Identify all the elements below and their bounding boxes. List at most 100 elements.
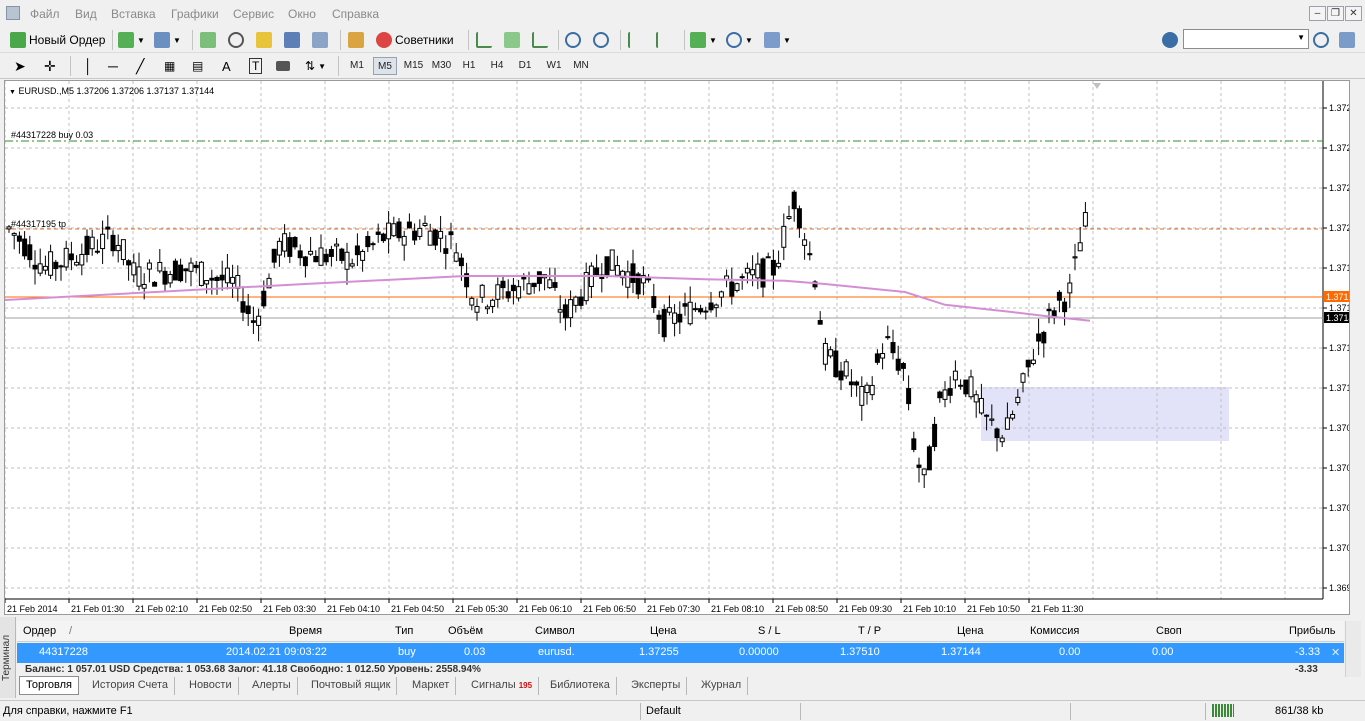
text-tool[interactable]: A bbox=[222, 56, 231, 76]
candle-body bbox=[843, 361, 849, 377]
chevron-down-icon[interactable]: ▼ bbox=[1297, 33, 1305, 42]
col-swap[interactable]: Своп bbox=[1156, 625, 1182, 637]
col-volume[interactable]: Объём bbox=[448, 625, 483, 637]
timeframe-w1[interactable]: W1 bbox=[542, 57, 566, 75]
crosshair-tool[interactable]: ✛ bbox=[44, 56, 56, 76]
advisors-label: Советники bbox=[395, 33, 454, 47]
profiles-button[interactable]: ▼ bbox=[154, 30, 181, 50]
arrows-tool[interactable]: ⇅ ▼ bbox=[305, 56, 326, 76]
search-button[interactable] bbox=[1313, 30, 1329, 50]
candle-body bbox=[510, 284, 516, 292]
cell-time: 2014.02.21 09:03:22 bbox=[226, 646, 327, 658]
settings-button[interactable] bbox=[1162, 30, 1178, 50]
time-tick-label: 21 Feb 02:10 bbox=[135, 604, 188, 614]
equidistant-channel-tool[interactable]: ▦ bbox=[164, 56, 175, 76]
candle-body bbox=[1082, 212, 1088, 227]
menu-tools[interactable]: Сервис bbox=[233, 7, 274, 21]
vertical-line-tool[interactable]: │ bbox=[84, 56, 93, 76]
zoom-in-button[interactable] bbox=[565, 30, 581, 50]
trendline-tool[interactable]: ╱ bbox=[136, 56, 144, 76]
col-type[interactable]: Тип bbox=[395, 625, 413, 637]
candle-body bbox=[963, 379, 969, 395]
col-sl[interactable]: S / L bbox=[758, 625, 781, 637]
metaeditor-button[interactable] bbox=[348, 30, 364, 50]
templates-button[interactable]: ▼ bbox=[764, 30, 791, 50]
close-order-icon[interactable]: ✕ bbox=[1331, 646, 1340, 659]
timeframe-m5[interactable]: M5 bbox=[373, 57, 397, 75]
col-current-price[interactable]: Цена bbox=[957, 625, 983, 637]
col-order[interactable]: Ордер bbox=[23, 625, 56, 637]
chart-window[interactable]: #44317228 buy 0.03 #44317195 tp 1.37275 1.3… bbox=[4, 80, 1350, 615]
tester-button[interactable] bbox=[312, 30, 328, 50]
tab-news[interactable]: Новости bbox=[183, 677, 239, 695]
bar-chart-button[interactable] bbox=[476, 30, 492, 50]
indicators-button[interactable]: ▼ bbox=[690, 30, 717, 50]
tab-market[interactable]: Маркет bbox=[406, 677, 457, 695]
fibonacci-tool[interactable]: ▤ bbox=[192, 56, 203, 76]
timeframe-m30[interactable]: M30 bbox=[429, 57, 454, 75]
horizontal-line-tool[interactable]: ─ bbox=[108, 56, 118, 76]
text-label-tool[interactable]: T bbox=[249, 56, 263, 76]
chart-collapse-icon[interactable]: ▼ bbox=[9, 89, 16, 96]
menu-window[interactable]: Окно bbox=[288, 7, 316, 21]
community-button[interactable] bbox=[1339, 30, 1355, 50]
col-profit[interactable]: Прибыль bbox=[1289, 625, 1336, 637]
terminal-scrollbar[interactable] bbox=[1345, 621, 1361, 677]
close-button[interactable]: ✕ bbox=[1345, 6, 1362, 21]
cursor-tool[interactable]: ➤ bbox=[14, 56, 26, 76]
menu-file[interactable]: Файл bbox=[30, 7, 60, 21]
col-time[interactable]: Время bbox=[289, 625, 322, 637]
timeframe-mn[interactable]: MN bbox=[569, 57, 593, 75]
tab-experts[interactable]: Эксперты bbox=[625, 677, 688, 695]
market-watch-button[interactable] bbox=[200, 30, 216, 50]
candle-body bbox=[692, 308, 698, 311]
new-order-button[interactable]: Новый Ордер bbox=[10, 30, 105, 50]
advisors-button[interactable]: Советники bbox=[376, 30, 454, 50]
line-chart-button[interactable] bbox=[532, 30, 548, 50]
candle-body bbox=[136, 266, 142, 287]
candle-body bbox=[505, 291, 511, 299]
tab-trade[interactable]: Торговля bbox=[19, 676, 79, 695]
price-chart[interactable]: #44317228 buy 0.03 #44317195 tp 1.37275 1.3… bbox=[5, 81, 1350, 615]
timeframe-d1[interactable]: D1 bbox=[514, 57, 536, 75]
col-tp[interactable]: T / P bbox=[858, 625, 881, 637]
chart-shift-button[interactable] bbox=[656, 30, 672, 50]
candle-body bbox=[172, 260, 178, 281]
new-chart-button[interactable]: ▼ bbox=[118, 30, 145, 50]
candle-chart-button[interactable] bbox=[504, 30, 520, 50]
timeframe-h4[interactable]: H4 bbox=[486, 57, 508, 75]
tab-alerts[interactable]: Алерты bbox=[246, 677, 298, 695]
tab-journal[interactable]: Журнал bbox=[695, 677, 749, 695]
menu-charts[interactable]: Графики bbox=[171, 7, 219, 21]
tab-library[interactable]: Библиотека bbox=[544, 677, 617, 695]
table-row[interactable]: 44317228 2014.02.21 09:03:22 buy 0.03 eu… bbox=[17, 643, 1344, 663]
timeframe-m15[interactable]: M15 bbox=[401, 57, 426, 75]
restore-button[interactable]: ❐ bbox=[1327, 6, 1344, 21]
rectangle-tool[interactable] bbox=[276, 56, 290, 76]
candle-body bbox=[682, 303, 688, 307]
search-input[interactable]: ▼ bbox=[1183, 29, 1309, 49]
terminal-button[interactable] bbox=[284, 30, 300, 50]
tab-mailbox[interactable]: Почтовый ящик bbox=[305, 677, 398, 695]
data-window-button[interactable] bbox=[228, 30, 244, 50]
timeframe-h1[interactable]: H1 bbox=[458, 57, 480, 75]
col-price[interactable]: Цена bbox=[650, 625, 676, 637]
menu-insert[interactable]: Вставка bbox=[111, 7, 156, 21]
candle-body bbox=[1067, 282, 1073, 294]
menu-help[interactable]: Справка bbox=[332, 7, 379, 21]
candle-body bbox=[495, 284, 501, 300]
timeframe-m1[interactable]: M1 bbox=[346, 57, 368, 75]
candle-body bbox=[490, 299, 496, 307]
periods-button[interactable]: ▼ bbox=[726, 30, 753, 50]
connection-status-icon[interactable] bbox=[1212, 704, 1234, 717]
chart-symbol-info: EURUSD.,M5 1.37206 1.37206 1.37137 1.371… bbox=[18, 86, 215, 96]
minimize-button[interactable]: – bbox=[1309, 6, 1326, 21]
tab-account-history[interactable]: История Счета bbox=[86, 677, 176, 695]
zoom-out-button[interactable] bbox=[593, 30, 609, 50]
col-commission[interactable]: Комиссия bbox=[1030, 625, 1079, 637]
autoscroll-button[interactable] bbox=[628, 30, 644, 50]
menu-view[interactable]: Вид bbox=[75, 7, 97, 21]
tab-signals[interactable]: Сигналы 195 bbox=[465, 677, 540, 695]
col-symbol[interactable]: Символ bbox=[535, 625, 575, 637]
navigator-button[interactable] bbox=[256, 30, 272, 50]
